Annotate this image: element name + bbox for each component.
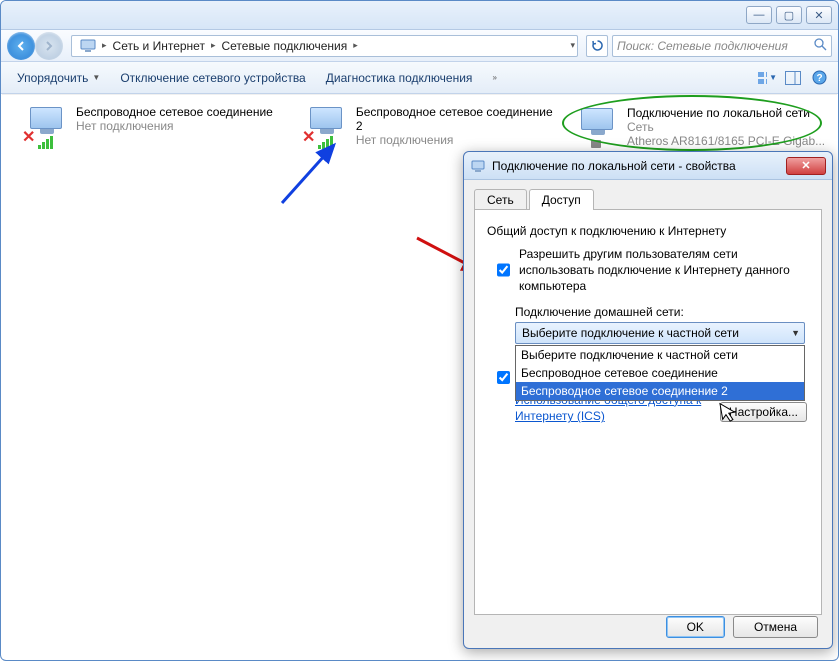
pane-icon [785,71,801,85]
dialog-tabs: Сеть Доступ [464,180,832,209]
dropdown-option-selected[interactable]: Беспроводное сетевое соединение 2 [516,382,804,400]
breadcrumb-dropdown-icon[interactable]: ▾ [570,40,575,51]
dialog-title: Подключение по локальной сети - свойства [492,159,736,173]
allow-control-checkbox[interactable] [497,371,510,384]
disconnected-x-icon: ✕ [302,127,315,147]
titlebar: — ▢ ✕ [1,1,838,30]
close-button[interactable]: ✕ [806,6,832,24]
tab-panel-access: Общий доступ к подключению к Интернету Р… [474,209,822,615]
command-toolbar: Упорядочить▼ Отключение сетевого устройс… [1,62,838,94]
dropdown-option[interactable]: Выберите подключение к частной сети [516,346,804,364]
dialog-titlebar[interactable]: Подключение по локальной сети - свойства… [464,152,832,180]
ok-button[interactable]: OK [666,616,725,638]
connection-name: Беспроводное сетевое соединение [76,105,273,119]
view-options-button[interactable]: ▼ [756,67,778,89]
connection-name: Подключение по локальной сети [627,106,825,120]
help-icon: ? [812,70,827,85]
disable-device-button[interactable]: Отключение сетевого устройства [112,67,313,89]
properties-dialog: Подключение по локальной сети - свойства… [463,151,833,649]
connection-status: Сеть [627,120,825,134]
home-network-combo[interactable]: Выберите подключение к частной сети ▼ [515,322,805,344]
minimize-button[interactable]: — [746,6,772,24]
signal-bars-icon [318,136,333,149]
chevron-down-icon: ▼ [791,328,800,338]
forward-button[interactable] [35,32,63,60]
disconnected-x-icon: ✕ [22,127,35,147]
tab-access[interactable]: Доступ [529,189,594,210]
settings-button[interactable]: Настройка... [720,402,807,422]
second-checkbox-row [493,368,513,387]
network-icon [470,158,486,174]
organize-menu[interactable]: Упорядочить▼ [9,67,108,89]
computer-icon [80,39,96,53]
monitor-icon [310,107,342,129]
arrow-right-icon [43,40,55,52]
svg-text:?: ? [816,73,822,84]
explorer-window: — ▢ ✕ ▸ Сеть и Интернет ▸ Сетевые подклю… [0,0,839,661]
ethernet-plug-icon [585,140,607,150]
connection-status: Нет подключения [76,119,273,133]
toolbar-overflow[interactable]: » [484,69,504,86]
dialog-close-button[interactable]: ✕ [786,157,826,175]
signal-bars-icon [38,136,53,149]
help-button[interactable]: ? [808,67,830,89]
search-input[interactable]: Поиск: Сетевые подключения [612,35,832,57]
preview-pane-button[interactable] [782,67,804,89]
arrow-left-icon [15,40,27,52]
ics-group-label: Общий доступ к подключению к Интернету [487,224,809,238]
breadcrumb-seg-2[interactable]: Сетевые подключения [215,39,353,53]
diagnose-button[interactable]: Диагностика подключения [318,67,481,89]
connection-lan[interactable]: Подключение по локальной сети Сеть Ather… [570,103,830,151]
connection-name: Беспроводное сетевое соединение 2 [356,105,562,133]
navigation-bar: ▸ Сеть и Интернет ▸ Сетевые подключения … [1,30,838,62]
tab-network[interactable]: Сеть [474,189,527,210]
home-network-dropdown: Выберите подключение к частной сети Бесп… [515,345,805,401]
connection-status: Нет подключения [356,133,562,147]
search-icon [814,38,827,54]
back-button[interactable] [7,32,35,60]
combo-value: Выберите подключение к частной сети [522,326,739,340]
allow-sharing-checkbox-row: Разрешить другим пользователям сети испо… [493,246,809,295]
refresh-icon [591,39,604,52]
monitor-icon [30,107,62,129]
cancel-button[interactable]: Отмена [733,616,818,638]
connection-wifi-1[interactable]: ✕ Беспроводное сетевое соединение Нет по… [22,105,282,147]
home-network-label: Подключение домашней сети: [515,305,809,319]
maximize-button[interactable]: ▢ [776,6,802,24]
breadcrumb[interactable]: ▸ Сеть и Интернет ▸ Сетевые подключения … [71,35,578,57]
connection-wifi-2[interactable]: ✕ Беспроводное сетевое соединение 2 Нет … [302,105,562,147]
monitor-icon [581,108,613,130]
view-icon [757,71,767,85]
allow-sharing-checkbox[interactable] [497,248,510,292]
search-placeholder: Поиск: Сетевые подключения [617,39,788,53]
breadcrumb-seg-1[interactable]: Сеть и Интернет [107,39,211,53]
dropdown-option[interactable]: Беспроводное сетевое соединение [516,364,804,382]
allow-sharing-label: Разрешить другим пользователям сети испо… [519,246,809,295]
connection-device: Atheros AR8161/8165 PCI-E Gigab... [627,134,825,148]
refresh-button[interactable] [586,35,608,57]
dialog-buttons: OK Отмена [666,616,818,638]
